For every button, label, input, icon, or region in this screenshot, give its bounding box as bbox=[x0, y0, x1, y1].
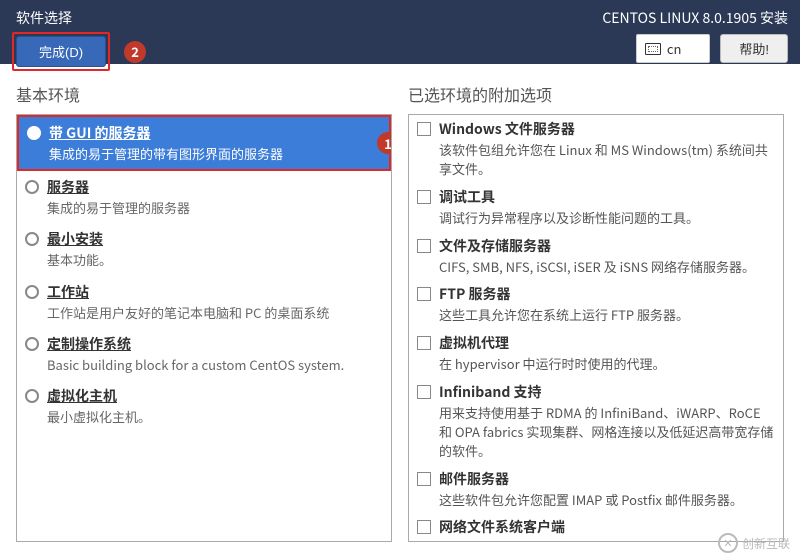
environment-desc: 基本功能。 bbox=[47, 251, 381, 269]
environment-name: 工作站 bbox=[47, 282, 381, 302]
done-button-highlight: 完成(D) bbox=[12, 32, 110, 71]
environment-name: 虚拟化主机 bbox=[47, 386, 381, 406]
environment-option[interactable]: 工作站工作站是用户友好的笔记本电脑和 PC 的桌面系统 bbox=[17, 276, 391, 328]
environment-name: 带 GUI 的服务器 bbox=[49, 123, 379, 143]
addon-desc: 用来支持使用基于 RDMA 的 InfiniBand、iWARP、RoCE 和 … bbox=[439, 404, 775, 461]
base-environment-title: 基本环境 bbox=[16, 82, 392, 106]
addon-name: Windows 文件服务器 bbox=[439, 119, 775, 139]
addon-option[interactable]: 文件及存储服务器 CIFS, SMB, NFS, iSCSI, iSER 及 iS… bbox=[409, 232, 783, 281]
radio-icon bbox=[25, 232, 39, 246]
environment-name: 服务器 bbox=[47, 177, 381, 197]
base-environment-list[interactable]: 带 GUI 的服务器集成的易于管理的带有图形界面的服务器1服务器集成的易于管理的… bbox=[16, 114, 392, 542]
checkbox-icon[interactable] bbox=[417, 385, 431, 399]
addon-name: 文件及存储服务器 bbox=[439, 236, 775, 256]
addon-name: 虚拟机代理 bbox=[439, 333, 775, 353]
keyboard-layout-label: cn bbox=[667, 39, 682, 58]
addon-option[interactable]: 虚拟机代理在 hypervisor 中运行时时使用的代理。 bbox=[409, 329, 783, 378]
addon-option[interactable]: 邮件服务器这些软件包允许您配置 IMAP 或 Postfix 邮件服务器。 bbox=[409, 465, 783, 514]
environment-desc: Basic building block for a custom CentOS… bbox=[47, 356, 381, 374]
environment-desc: 最小虚拟化主机。 bbox=[47, 408, 381, 426]
header-right: CENTOS LINUX 8.0.1905 安装 cn 帮助! bbox=[602, 8, 788, 63]
environment-option[interactable]: 最小安装基本功能。 bbox=[17, 223, 391, 275]
addon-desc: 这些工具允许您在系统上运行 FTP 服务器。 bbox=[439, 306, 775, 325]
addons-column: 已选环境的附加选项 Windows 文件服务器该软件包组允许您在 Linux 和… bbox=[408, 82, 784, 542]
done-button[interactable]: 完成(D) bbox=[16, 36, 106, 67]
addons-list[interactable]: Windows 文件服务器该软件包组允许您在 Linux 和 MS Window… bbox=[408, 114, 784, 542]
addon-option[interactable]: Windows 文件服务器该软件包组允许您在 Linux 和 MS Window… bbox=[409, 115, 783, 183]
addon-name: 网络文件系统客户端 bbox=[439, 517, 775, 537]
environment-option-highlight: 带 GUI 的服务器集成的易于管理的带有图形界面的服务器1 bbox=[17, 115, 391, 171]
install-title: CENTOS LINUX 8.0.1905 安装 bbox=[602, 8, 788, 28]
addon-option[interactable]: 调试工具调试行为异常程序以及诊断性能问题的工具。 bbox=[409, 183, 783, 232]
environment-name: 最小安装 bbox=[47, 229, 381, 249]
content-area: 基本环境 带 GUI 的服务器集成的易于管理的带有图形界面的服务器1服务器集成的… bbox=[0, 64, 800, 542]
addons-title: 已选环境的附加选项 bbox=[408, 82, 784, 106]
checkbox-icon[interactable] bbox=[417, 336, 431, 350]
checkbox-icon[interactable] bbox=[417, 287, 431, 301]
checkbox-icon[interactable] bbox=[417, 239, 431, 253]
addon-desc: 这些软件包允许您配置 IMAP 或 Postfix 邮件服务器。 bbox=[439, 491, 775, 510]
addon-name: 调试工具 bbox=[439, 187, 775, 207]
addon-name: FTP 服务器 bbox=[439, 284, 775, 304]
checkbox-icon[interactable] bbox=[417, 472, 431, 486]
page-title: 软件选择 bbox=[16, 8, 146, 28]
radio-icon bbox=[25, 285, 39, 299]
checkbox-icon[interactable] bbox=[417, 520, 431, 534]
addon-desc: CIFS, SMB, NFS, iSCSI, iSER 及 iSNS 网络存储服… bbox=[439, 258, 775, 277]
checkbox-icon[interactable] bbox=[417, 190, 431, 204]
environment-desc: 集成的易于管理的服务器 bbox=[47, 199, 381, 217]
addon-option[interactable]: 网络文件系统客户端 bbox=[409, 513, 783, 541]
environment-desc: 集成的易于管理的带有图形界面的服务器 bbox=[49, 145, 379, 163]
radio-icon bbox=[25, 180, 39, 194]
base-environment-column: 基本环境 带 GUI 的服务器集成的易于管理的带有图形界面的服务器1服务器集成的… bbox=[16, 82, 392, 542]
environment-desc: 工作站是用户友好的笔记本电脑和 PC 的桌面系统 bbox=[47, 304, 381, 322]
addon-desc: 调试行为异常程序以及诊断性能问题的工具。 bbox=[439, 209, 775, 228]
environment-option[interactable]: 虚拟化主机最小虚拟化主机。 bbox=[17, 380, 391, 432]
radio-icon bbox=[25, 337, 39, 351]
addon-desc: 在 hypervisor 中运行时时使用的代理。 bbox=[439, 355, 775, 374]
checkbox-icon[interactable] bbox=[417, 122, 431, 136]
addon-name: 邮件服务器 bbox=[439, 469, 775, 489]
addon-name: Infiniband 支持 bbox=[439, 382, 775, 402]
annotation-marker-1: 1 bbox=[377, 132, 392, 154]
addon-option[interactable]: FTP 服务器这些工具允许您在系统上运行 FTP 服务器。 bbox=[409, 280, 783, 329]
environment-option[interactable]: 服务器集成的易于管理的服务器 bbox=[17, 171, 391, 223]
environment-name: 定制操作系统 bbox=[47, 334, 381, 354]
radio-icon bbox=[27, 126, 41, 140]
addon-desc: 该软件包组允许您在 Linux 和 MS Windows(tm) 系统间共享文件… bbox=[439, 141, 775, 179]
annotation-marker-2: 2 bbox=[124, 41, 146, 63]
radio-icon bbox=[25, 389, 39, 403]
keyboard-layout-selector[interactable]: cn bbox=[636, 34, 711, 63]
addon-option[interactable]: Infiniband 支持用来支持使用基于 RDMA 的 InfiniBand、… bbox=[409, 378, 783, 465]
keyboard-icon bbox=[645, 43, 661, 55]
header-bar: 软件选择 完成(D) 2 CENTOS LINUX 8.0.1905 安装 cn… bbox=[0, 0, 800, 64]
header-left: 软件选择 完成(D) 2 bbox=[12, 8, 146, 71]
environment-option[interactable]: 定制操作系统 Basic building block for a custom … bbox=[17, 328, 391, 380]
help-button[interactable]: 帮助! bbox=[720, 34, 788, 63]
environment-option[interactable]: 带 GUI 的服务器集成的易于管理的带有图形界面的服务器 bbox=[19, 117, 389, 169]
